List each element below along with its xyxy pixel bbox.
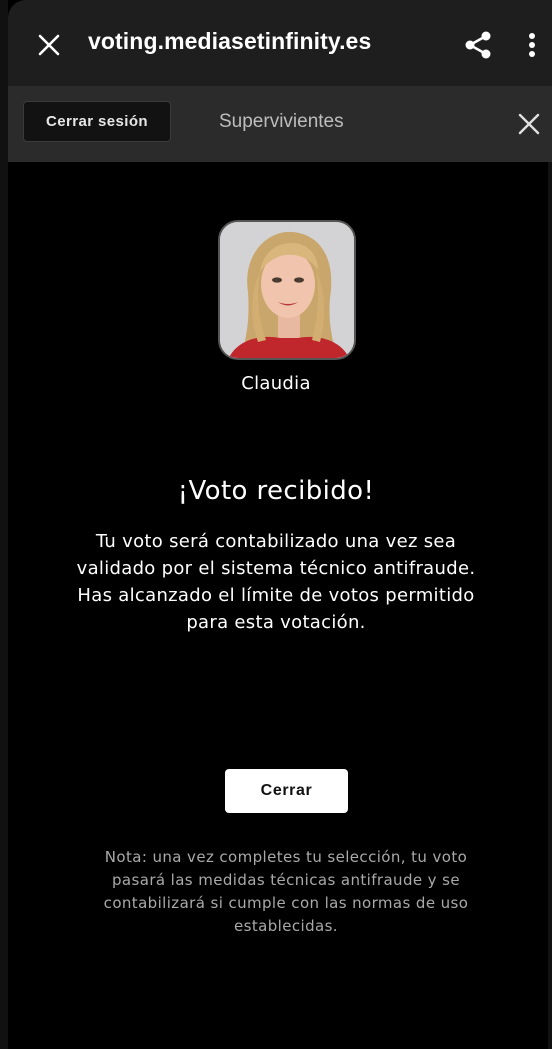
close-button[interactable]: Cerrar	[225, 769, 348, 813]
screen-edge	[0, 0, 8, 1049]
candidate-name: Claudia	[241, 373, 311, 394]
candidate-photo	[220, 222, 354, 358]
browser-toolbar: voting.mediasetinfinity.es	[8, 0, 552, 86]
app-frame: voting.mediasetinfinity.es Cerrar sesión…	[0, 0, 552, 1049]
page-title: Supervivientes	[219, 111, 344, 132]
confirmation-message: Tu voto será contabilizado una vez sea v…	[76, 531, 476, 633]
logout-button[interactable]: Cerrar sesión	[23, 101, 171, 142]
share-icon[interactable]	[460, 26, 496, 64]
candidate-avatar	[218, 220, 356, 360]
close-icon[interactable]	[32, 28, 66, 62]
more-vertical-icon[interactable]	[520, 26, 544, 64]
site-header: Cerrar sesión Supervivientes	[8, 86, 552, 162]
browser-url[interactable]: voting.mediasetinfinity.es	[88, 28, 371, 55]
close-icon[interactable]	[514, 110, 544, 138]
confirmation-title: ¡Voto recibido!	[177, 476, 375, 506]
legal-note: Nota: una vez completes tu selección, tu…	[103, 848, 469, 935]
